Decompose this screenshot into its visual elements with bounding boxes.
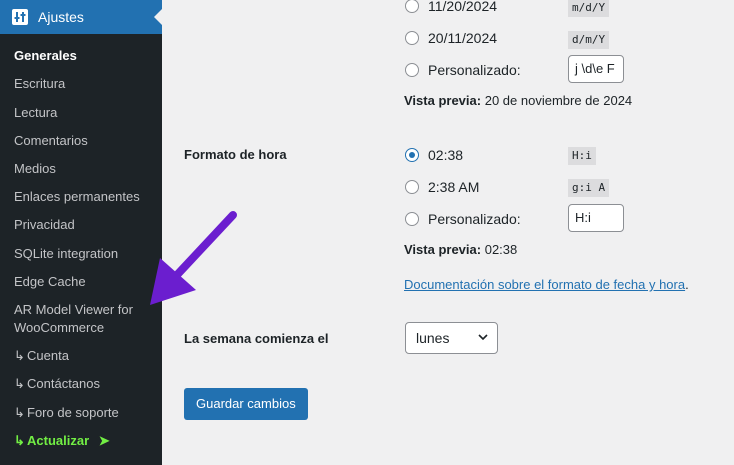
annotation-arrow-icon (150, 211, 237, 305)
